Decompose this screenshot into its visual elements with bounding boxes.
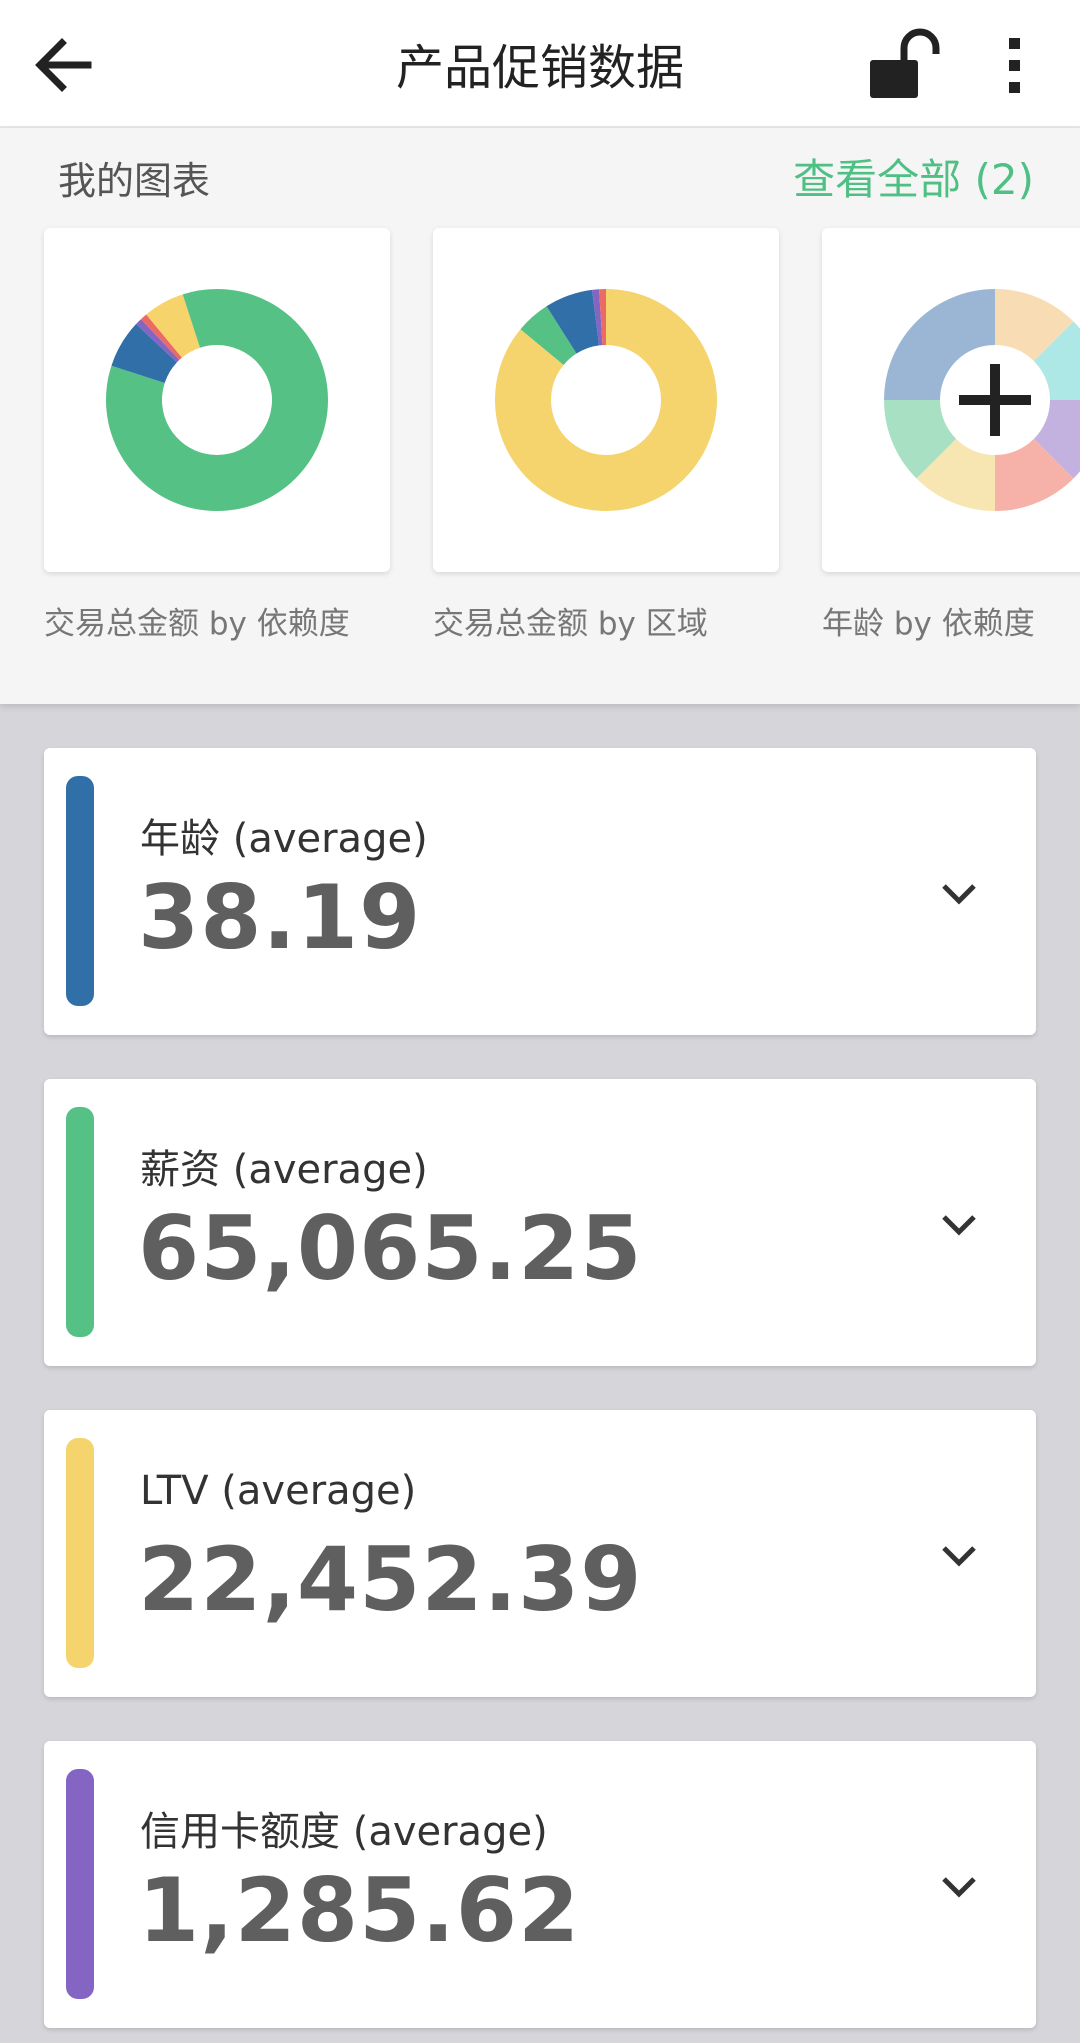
section-label: 我的图表 xyxy=(58,159,211,203)
chevron-down-icon[interactable] xyxy=(924,1520,994,1590)
view-all-link[interactable]: 查看全部 (2) xyxy=(793,146,1034,207)
metric-value: 22,452.39 xyxy=(138,1528,643,1631)
donut-chart xyxy=(106,289,329,511)
metric-color-bar xyxy=(66,1107,94,1337)
chart-card-2[interactable] xyxy=(433,228,779,572)
chevron-down-icon[interactable] xyxy=(924,1851,994,1921)
my-charts-section: 我的图表 查看全部 (2) 交易总金额 by 依赖度 交易总金额 by 区域 年… xyxy=(0,128,1080,704)
chart-card-caption: 交易总金额 by 依赖度 xyxy=(44,606,350,642)
chart-card-1[interactable] xyxy=(44,228,390,572)
metric-label: 薪资 (average) xyxy=(140,1147,428,1193)
metric-value: 65,065.25 xyxy=(138,1197,643,1300)
metric-color-bar xyxy=(66,776,94,1006)
metric-color-bar xyxy=(66,1438,94,1668)
lock-button[interactable] xyxy=(862,26,942,102)
more-menu-button[interactable] xyxy=(995,30,1035,100)
metric-value: 1,285.62 xyxy=(138,1859,581,1962)
metric-card-salary[interactable]: 薪资 (average) 65,065.25 xyxy=(44,1079,1036,1366)
chart-card-caption: 年龄 by 依赖度 xyxy=(822,606,1035,642)
app-bar: 产品促销数据 xyxy=(0,0,1080,128)
add-chart-card[interactable] xyxy=(822,228,1080,572)
metric-label: 信用卡额度 (average) xyxy=(140,1809,548,1855)
metric-card-age[interactable]: 年龄 (average) 38.19 xyxy=(44,748,1036,1035)
metric-color-bar xyxy=(66,1769,94,1999)
unlock-icon xyxy=(870,28,940,98)
donut-chart xyxy=(494,289,717,512)
chevron-down-icon[interactable] xyxy=(924,858,994,928)
chart-card-caption: 交易总金额 by 区域 xyxy=(433,606,708,642)
metric-label: LTV (average) xyxy=(140,1468,417,1514)
metric-label: 年龄 (average) xyxy=(140,816,428,862)
plus-icon xyxy=(959,364,1031,436)
metric-card-ltv[interactable]: LTV (average) 22,452.39 xyxy=(44,1410,1036,1697)
metric-card-credit-limit[interactable]: 信用卡额度 (average) 1,285.62 xyxy=(44,1741,1036,2028)
metric-value: 38.19 xyxy=(138,866,422,969)
chevron-down-icon[interactable] xyxy=(924,1189,994,1259)
more-vertical-icon xyxy=(1009,38,1020,93)
